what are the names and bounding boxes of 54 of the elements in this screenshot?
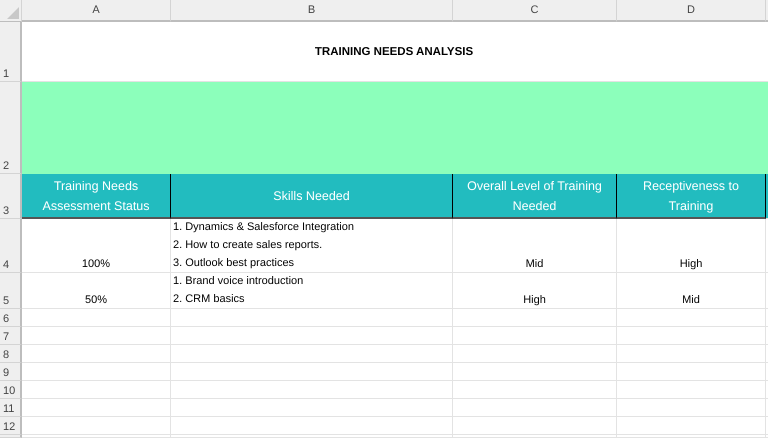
table-cell-text: 1. Dynamics & Salesforce Integration <box>173 220 354 235</box>
table-header: Training Needs Assessment Status <box>22 174 171 219</box>
row-number[interactable]: 11 <box>0 399 22 417</box>
empty-cell[interactable] <box>171 327 453 345</box>
table-header: Overall Level of Training Needed <box>453 174 617 219</box>
row-number[interactable]: 8 <box>0 345 22 363</box>
empty-cell[interactable] <box>453 399 617 417</box>
column-header[interactable]: A <box>22 0 171 22</box>
table-cell: Mid <box>526 258 544 270</box>
table-cell-text: 3. Outlook best practices <box>173 256 294 271</box>
table-cell: High <box>523 294 546 306</box>
row-number[interactable]: 7 <box>0 327 22 345</box>
row-number[interactable]: 10 <box>0 381 22 399</box>
empty-cell[interactable] <box>617 363 766 381</box>
table-cell-text: 2. How to create sales reports. <box>173 238 322 253</box>
column-header[interactable]: C <box>453 0 617 22</box>
column-header[interactable]: D <box>617 0 766 22</box>
table-header: Skills Needed <box>171 174 453 219</box>
empty-cell[interactable] <box>617 399 766 417</box>
column-header[interactable]: B <box>171 0 453 22</box>
table-cell: Mid <box>682 294 700 306</box>
empty-cell[interactable] <box>171 417 453 435</box>
empty-cell[interactable] <box>453 309 617 327</box>
empty-cell[interactable] <box>453 381 617 399</box>
table-header: Receptiveness to Training <box>617 174 766 219</box>
empty-cell[interactable] <box>617 417 766 435</box>
empty-cell[interactable] <box>453 327 617 345</box>
row-number[interactable]: 12 <box>0 417 22 435</box>
empty-cell[interactable] <box>171 399 453 417</box>
row-number[interactable]: 4 <box>0 219 22 273</box>
row-number[interactable]: 2 <box>0 82 22 174</box>
table-cell: 100% <box>82 258 110 270</box>
empty-cell[interactable] <box>617 381 766 399</box>
empty-cell[interactable] <box>617 309 766 327</box>
row-number[interactable]: 1 <box>0 22 22 82</box>
empty-cell[interactable] <box>453 345 617 363</box>
row-number[interactable]: 3 <box>0 174 22 219</box>
table-cell: High <box>680 258 702 270</box>
table-cell: 50% <box>84 294 108 306</box>
row-number[interactable]: 5 <box>0 273 22 309</box>
table-cell-text: 1. Brand voice introduction <box>173 274 304 289</box>
empty-cell[interactable] <box>171 309 453 327</box>
table-cell-text: 2. CRM basics <box>173 292 245 307</box>
sheet-title: TRAINING NEEDS ANALYSIS <box>314 46 474 58</box>
empty-cell[interactable] <box>453 417 617 435</box>
empty-cell[interactable] <box>453 363 617 381</box>
row-number[interactable]: 9 <box>0 363 22 381</box>
empty-cell[interactable] <box>171 345 453 363</box>
empty-cell[interactable] <box>617 345 766 363</box>
select-all-icon[interactable] <box>7 7 19 19</box>
row-number[interactable]: 6 <box>0 309 22 327</box>
empty-cell[interactable] <box>171 363 453 381</box>
empty-cell[interactable] <box>617 327 766 345</box>
empty-cell[interactable] <box>171 381 453 399</box>
